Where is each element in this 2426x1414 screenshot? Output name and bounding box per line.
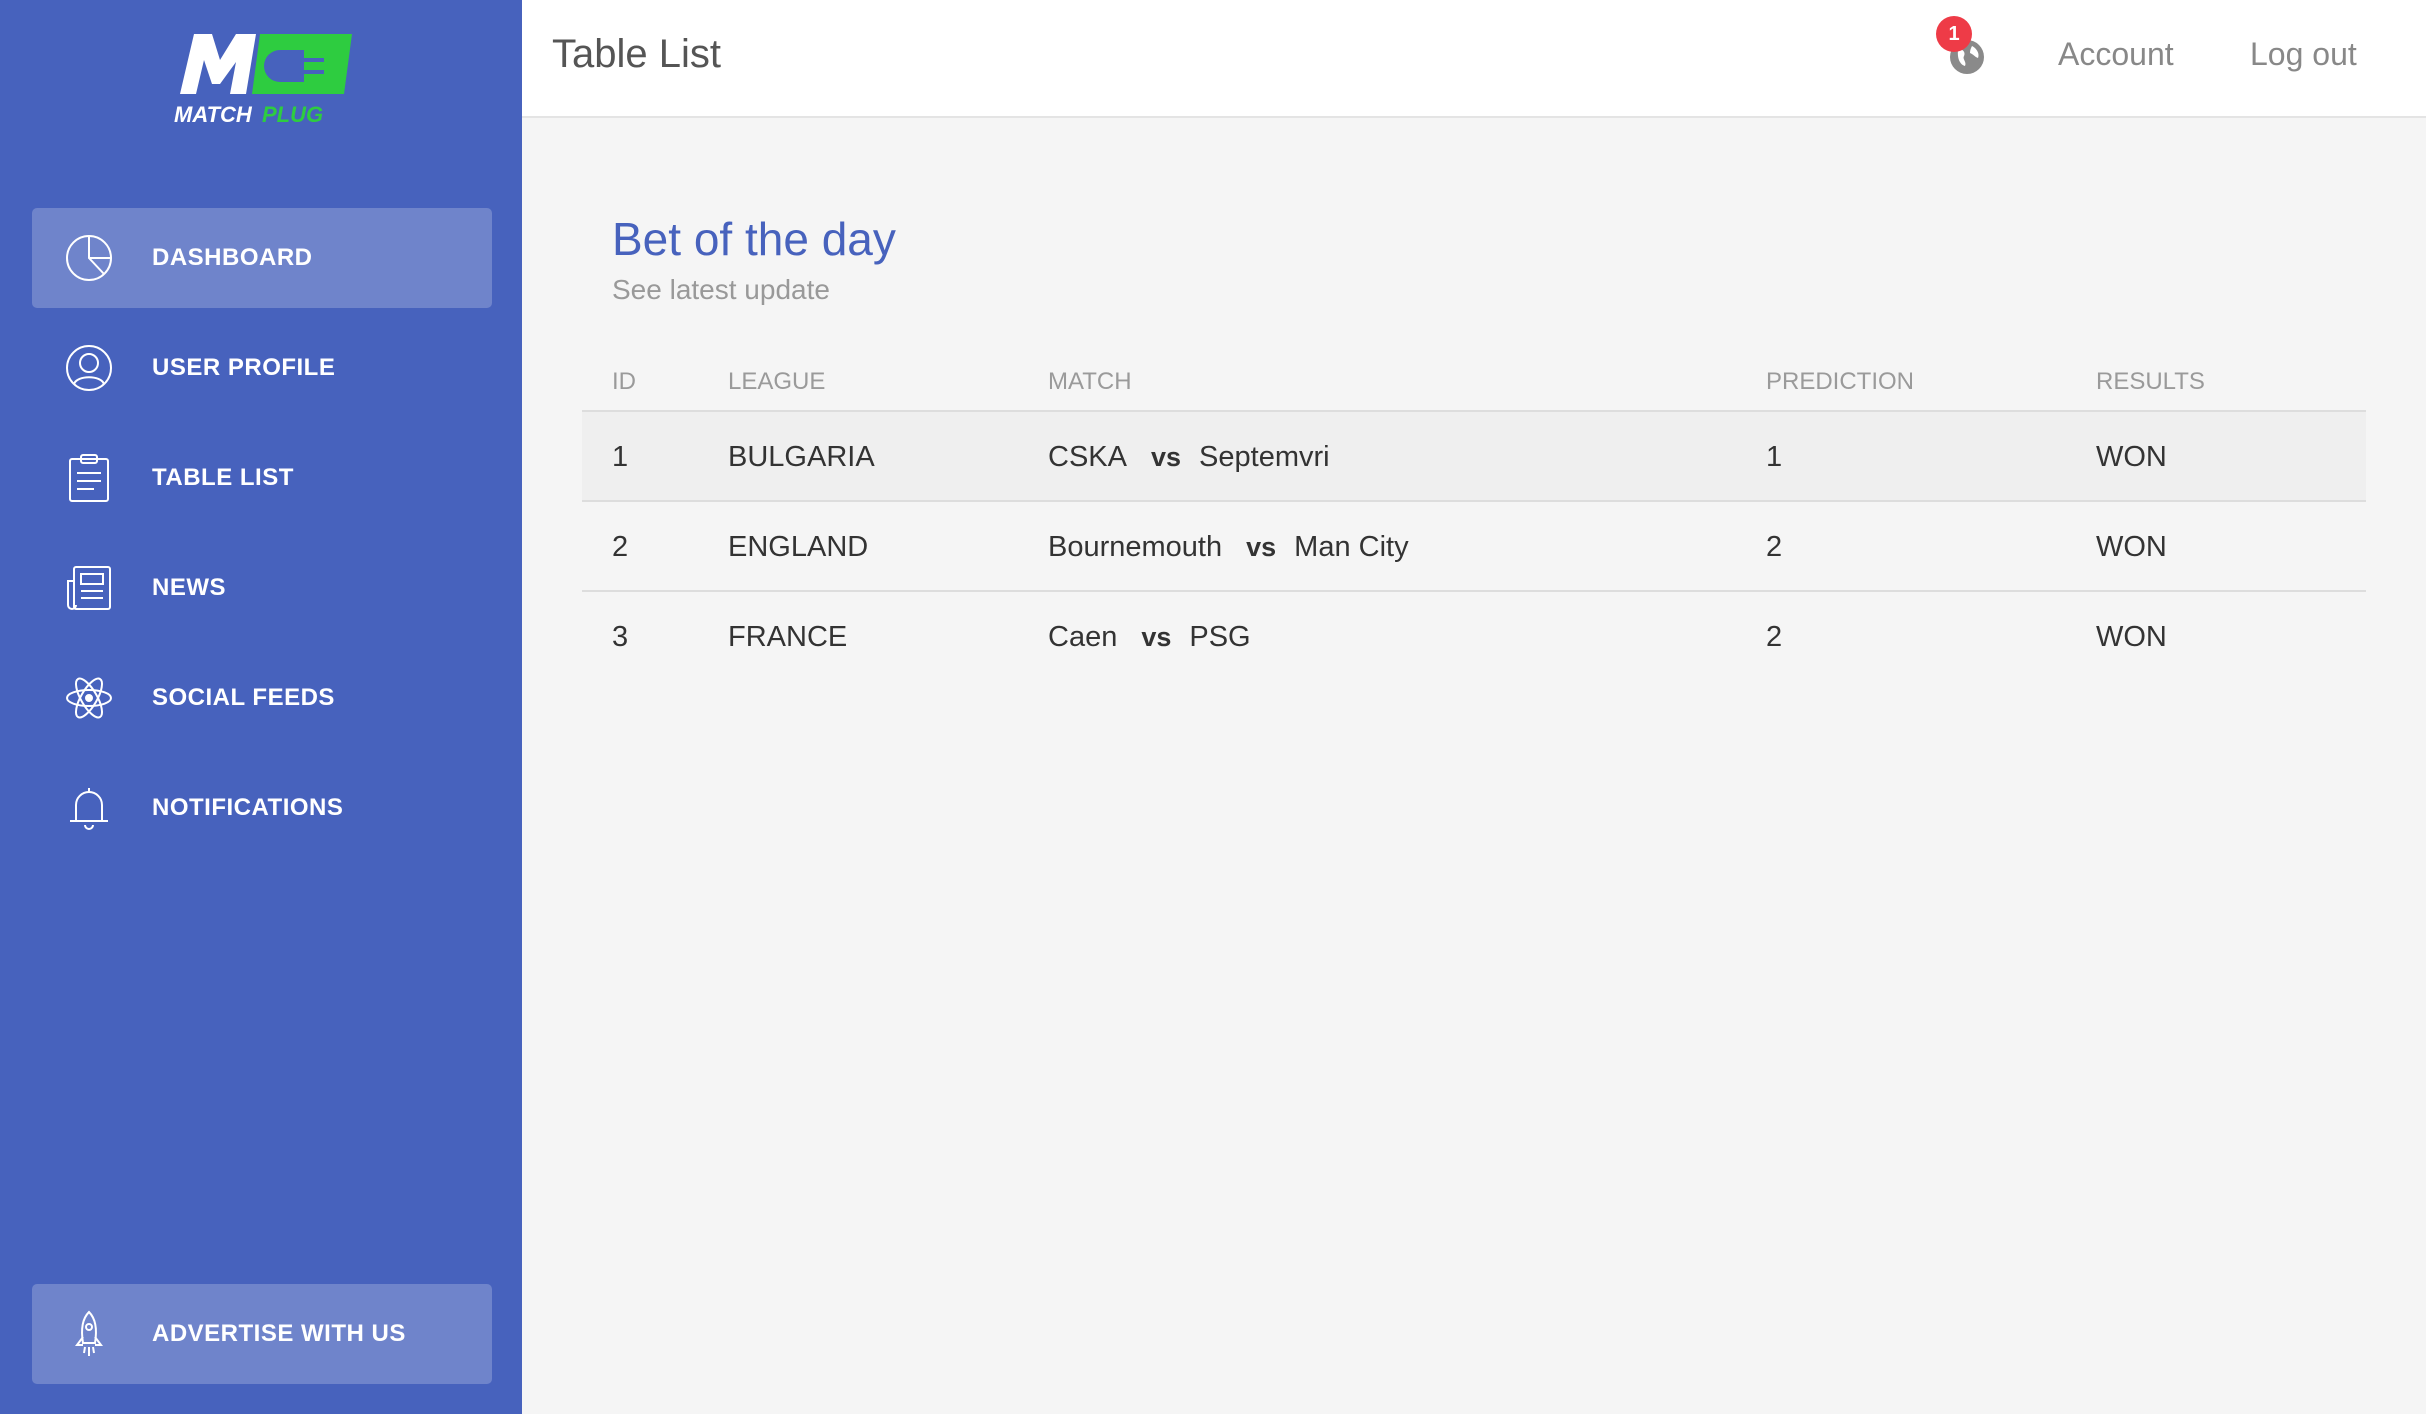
table-row: 2 ENGLAND Bournemouth vs Man City 2 WON: [582, 502, 2366, 592]
sidebar-item-label: USER PROFILE: [152, 354, 336, 381]
bets-table: ID LEAGUE MATCH PREDICTION RESULTS 1 BUL…: [582, 358, 2366, 682]
sidebar-item-label: TABLE LIST: [152, 464, 294, 491]
home-team: CSKA: [1048, 440, 1127, 473]
sidebar-item-table-list[interactable]: TABLE LIST: [32, 428, 492, 528]
cell-match: CSKA vs Septemvri: [1048, 412, 1330, 502]
away-team: Man City: [1294, 530, 1409, 563]
cell-id: 3: [612, 620, 629, 653]
cell-result: WON: [2096, 440, 2167, 473]
sidebar-item-label: SOCIAL FEEDS: [152, 684, 335, 711]
vs-label: vs: [1150, 441, 1182, 472]
clipboard-icon: [64, 453, 114, 503]
sidebar-item-advertise[interactable]: ADVERTISE WITH US: [32, 1284, 492, 1384]
column-header-id: ID: [612, 368, 636, 395]
page-title: Table List: [552, 32, 721, 76]
cell-prediction: 1: [1766, 440, 1783, 473]
rocket-icon: [64, 1309, 114, 1359]
cell-league: BULGARIA: [728, 440, 875, 473]
column-header-results: RESULTS: [2096, 368, 2205, 395]
column-header-prediction: PREDICTION: [1766, 368, 1915, 395]
table-header: ID LEAGUE MATCH PREDICTION RESULTS: [582, 358, 2366, 412]
sidebar-item-user-profile[interactable]: USER PROFILE: [32, 318, 492, 418]
user-icon: [64, 343, 114, 393]
vs-label: vs: [1141, 621, 1172, 652]
column-header-match: MATCH: [1048, 368, 1132, 395]
card-title: Bet of the day: [612, 213, 896, 265]
sidebar-item-social-feeds[interactable]: SOCIAL FEEDS: [32, 648, 492, 748]
cell-result: WON: [2096, 530, 2167, 563]
svg-text:PLUG: PLUG: [262, 102, 323, 127]
notification-badge[interactable]: 1: [1936, 16, 1972, 52]
advertise-label: ADVERTISE WITH US: [152, 1320, 406, 1347]
cell-match: Caen vs PSG: [1048, 592, 1251, 682]
pie-chart-icon: [64, 233, 114, 283]
cell-id: 1: [612, 440, 629, 473]
logout-link[interactable]: Log out: [2250, 36, 2357, 73]
sidebar-item-notifications[interactable]: NOTIFICATIONS: [32, 758, 492, 858]
matchplug-logo[interactable]: MATCH PLUG: [168, 26, 358, 136]
sidebar-item-news[interactable]: NEWS: [32, 538, 492, 638]
sidebar-item-label: NEWS: [152, 574, 226, 601]
cell-result: WON: [2096, 620, 2167, 653]
newspaper-icon: [64, 563, 114, 613]
column-header-league: LEAGUE: [728, 368, 826, 395]
bell-icon: [64, 783, 114, 833]
vs-label: vs: [1246, 531, 1277, 562]
table-row: 3 FRANCE Caen vs PSG 2 WON: [582, 592, 2366, 682]
svg-text:MATCH: MATCH: [174, 102, 253, 127]
atom-icon: [64, 673, 114, 723]
sidebar: MATCH PLUG DASHBOARD USER PROFILE TABLE …: [0, 0, 522, 1414]
cell-match: Bournemouth vs Man City: [1048, 502, 1409, 592]
sidebar-item-dashboard[interactable]: DASHBOARD: [32, 208, 492, 308]
away-team: Septemvri: [1199, 440, 1330, 473]
away-team: PSG: [1189, 620, 1251, 653]
home-team: Bournemouth: [1048, 530, 1223, 563]
home-team: Caen: [1048, 620, 1118, 653]
card-subtitle: See latest update: [612, 274, 830, 305]
cell-prediction: 2: [1766, 620, 1783, 653]
top-navbar: Table List 1 Account Log out: [522, 0, 2426, 118]
cell-prediction: 2: [1766, 530, 1783, 563]
cell-id: 2: [612, 530, 629, 563]
sidebar-item-label: NOTIFICATIONS: [152, 794, 344, 821]
table-row: 1 BULGARIA CSKA vs Septemvri 1 WON: [582, 412, 2366, 502]
account-link[interactable]: Account: [2058, 36, 2174, 73]
cell-league: ENGLAND: [728, 530, 869, 563]
cell-league: FRANCE: [728, 620, 848, 653]
sidebar-item-label: DASHBOARD: [152, 244, 313, 271]
